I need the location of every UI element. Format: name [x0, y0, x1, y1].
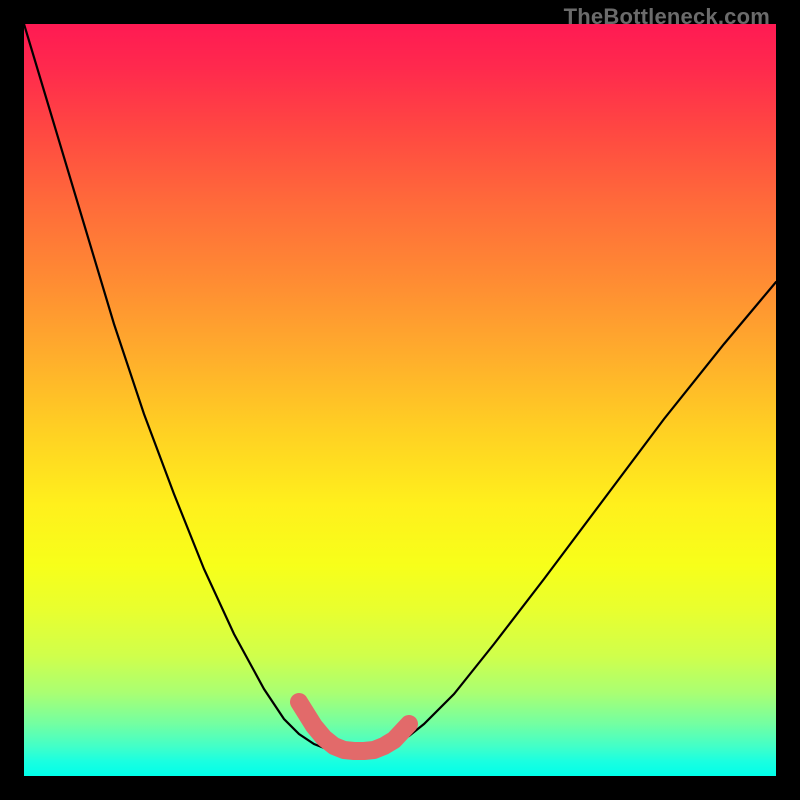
plot-area — [24, 24, 776, 776]
curve-layer — [24, 24, 776, 776]
curve-right-branch — [354, 282, 776, 751]
curve-left-branch — [24, 24, 354, 751]
chart-frame: TheBottleneck.com — [0, 0, 800, 800]
watermark-text: TheBottleneck.com — [564, 4, 770, 30]
